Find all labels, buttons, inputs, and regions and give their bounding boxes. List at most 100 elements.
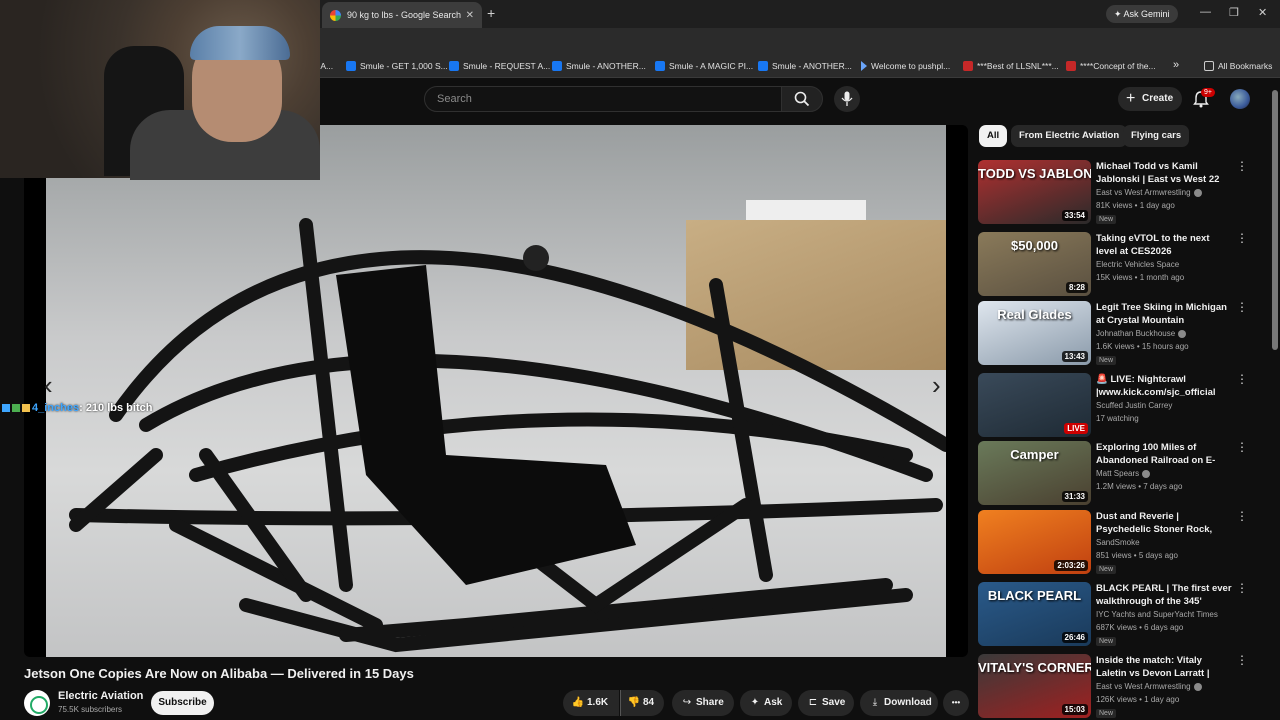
more-options-icon[interactable]: ⋮ xyxy=(1236,510,1248,522)
recommended-channel[interactable]: IYC Yachts and SuperYacht Times xyxy=(1096,610,1218,619)
recommended-channel[interactable]: Matt Spears xyxy=(1096,469,1151,478)
chip-all[interactable]: All xyxy=(979,125,1008,147)
save-button[interactable]: ⊏ Save xyxy=(798,690,854,716)
bookmark-item[interactable]: Smule - ANOTHER... xyxy=(758,61,852,71)
video-thumbnail[interactable]: 2:03:26 xyxy=(978,510,1091,574)
search-input[interactable]: Search xyxy=(424,86,782,112)
all-bookmarks-button[interactable]: All Bookmarks xyxy=(1204,61,1272,71)
share-label: Share xyxy=(696,697,724,708)
bookmark-label: Smule - A MAGIC PI... xyxy=(669,61,754,71)
recommended-channel[interactable]: Scuffed Justin Carrey xyxy=(1096,401,1172,410)
video-meta: 687K views • 6 days ago xyxy=(1096,623,1184,632)
bookmark-item[interactable]: Smule - GET 1,000 S... xyxy=(346,61,448,71)
video-thumbnail[interactable]: VITALY'S CORNERMAN 15:03 xyxy=(978,654,1091,718)
more-options-icon[interactable]: ⋮ xyxy=(1236,654,1248,666)
verified-icon xyxy=(1178,329,1187,338)
recommended-video-title[interactable]: Legit Tree Skiing in Michigan at Crystal… xyxy=(1096,301,1232,327)
bookmark-label: Smule - ANOTHER... xyxy=(772,61,852,71)
recommended-video[interactable]: $50,000 8:28 Taking eVTOL to the next leve… xyxy=(978,232,1268,298)
ask-button[interactable]: ✦ Ask xyxy=(740,690,792,716)
video-thumbnail[interactable]: BLACK PEARL 26:46 xyxy=(978,582,1091,646)
search-button[interactable] xyxy=(781,86,823,112)
recommended-video[interactable]: 2:03:26 Dust and Reverie | Psychedelic St… xyxy=(978,510,1268,576)
tab-close-icon[interactable]: ✕ xyxy=(466,10,474,21)
recommended-video[interactable]: VITALY'S CORNERMAN 15:03 Inside the match:… xyxy=(978,654,1268,720)
more-actions-button[interactable]: ••• xyxy=(943,690,969,716)
bookmark-item[interactable]: Smule - ANOTHER... xyxy=(552,61,646,71)
more-options-icon[interactable]: ⋮ xyxy=(1236,373,1248,385)
chat-text: : 210 lbs bitch xyxy=(79,402,153,414)
recommended-video-title[interactable]: BLACK PEARL | The first ever walkthrough… xyxy=(1096,582,1232,608)
ask-gemini-button[interactable]: ✦ Ask Gemini xyxy=(1106,5,1178,23)
more-bookmarks-button[interactable]: » xyxy=(1173,59,1179,71)
bookmark-label: Welcome to pushpl... xyxy=(871,61,951,71)
tab-google-search[interactable]: 90 kg to lbs - Google Search ✕ xyxy=(322,2,482,28)
like-button[interactable]: 👍 1.6K xyxy=(563,690,619,716)
video-meta: 15K views • 1 month ago xyxy=(1096,273,1185,282)
ask-label: Ask xyxy=(764,697,783,708)
create-button[interactable]: + Create xyxy=(1118,87,1182,111)
chip-from-channel[interactable]: From Electric Aviation xyxy=(1011,125,1128,147)
more-options-icon[interactable]: ⋮ xyxy=(1236,232,1248,244)
recommended-video-title[interactable]: Dust and Reverie | Psychedelic Stoner Ro… xyxy=(1096,510,1232,536)
create-label: Create xyxy=(1142,93,1174,104)
recommended-video-title[interactable]: Inside the match: Vitaly Laletin vs Devo… xyxy=(1096,654,1232,680)
video-player[interactable]: ‹ › xyxy=(24,125,968,657)
bookmark-item[interactable]: Smule - A MAGIC PI... xyxy=(655,61,753,71)
bookmark-cut[interactable]: IA... xyxy=(318,61,333,71)
channel-name[interactable]: Electric Aviation xyxy=(58,690,143,702)
account-avatar[interactable] xyxy=(1230,89,1250,109)
plus-icon: + xyxy=(1126,90,1136,107)
recommended-channel[interactable]: Electric Vehicles Space xyxy=(1096,260,1179,269)
recommended-video-title[interactable]: Michael Todd vs Kamil Jablonski | East v… xyxy=(1096,160,1232,186)
chip-flying-cars[interactable]: Flying cars xyxy=(1123,125,1190,147)
bookmark-item[interactable]: Welcome to pushpl... xyxy=(861,61,950,71)
recommended-video[interactable]: TODD VS JABLONSKI 33:54 Michael Todd vs Ka… xyxy=(978,160,1268,226)
voice-search-button[interactable] xyxy=(834,86,860,112)
dislike-button[interactable]: 👎 84 xyxy=(620,690,664,716)
bookmark-item[interactable]: Smule - REQUEST A... xyxy=(449,61,550,71)
recommended-video-title[interactable]: 🚨 LIVE: Nightcrawl |www.kick.com/sjc_off… xyxy=(1096,373,1232,399)
new-tab-button[interactable]: + xyxy=(487,5,495,21)
video-thumbnail[interactable]: Real Glades 13:43 xyxy=(978,301,1091,365)
subscribe-button[interactable]: Subscribe xyxy=(151,691,214,715)
close-window-button[interactable]: ✕ xyxy=(1258,6,1267,19)
recommended-channel[interactable]: East vs West Armwrestling xyxy=(1096,188,1202,197)
recommended-channel[interactable]: SandSmoke xyxy=(1096,538,1140,547)
download-button[interactable]: ⤓ Download xyxy=(860,690,938,716)
maximize-button[interactable]: ❐ xyxy=(1229,6,1239,19)
recommended-video-title[interactable]: Exploring 100 Miles of Abandoned Railroa… xyxy=(1096,441,1232,467)
more-options-icon[interactable]: ⋮ xyxy=(1236,301,1248,313)
bookmark-label: Smule - ANOTHER... xyxy=(566,61,646,71)
recommended-video[interactable]: Real Glades 13:43 Legit Tree Skiing in Mic… xyxy=(978,301,1268,367)
thumbnail-text: $50,000 xyxy=(1011,238,1058,253)
minimize-button[interactable]: — xyxy=(1200,6,1211,18)
recommended-video[interactable]: BLACK PEARL 26:46 BLACK PEARL | The first … xyxy=(978,582,1268,648)
video-thumbnail[interactable]: LIVE xyxy=(978,373,1091,437)
more-options-icon[interactable]: ⋮ xyxy=(1236,582,1248,594)
recommended-channel[interactable]: Johnathan Buckhouse xyxy=(1096,329,1187,338)
chat-badge-icon xyxy=(12,404,20,413)
scrollbar[interactable] xyxy=(1272,90,1278,350)
share-button[interactable]: ↪ Share xyxy=(672,690,734,716)
push-icon xyxy=(861,61,867,71)
video-meta: 17 watching xyxy=(1096,414,1139,423)
recommended-video[interactable]: LIVE 🚨 LIVE: Nightcrawl |www.kick.com/sjc… xyxy=(978,373,1268,439)
more-options-icon[interactable]: ⋮ xyxy=(1236,441,1248,453)
bookmark-item[interactable]: ***Best of LLSNL***... xyxy=(963,61,1059,71)
video-thumbnail[interactable]: Camper 31:33 xyxy=(978,441,1091,505)
channel-avatar[interactable] xyxy=(24,690,50,716)
verified-icon xyxy=(1193,682,1202,691)
bookmark-item[interactable]: ****Concept of the... xyxy=(1066,61,1156,71)
recommended-video-title[interactable]: Taking eVTOL to the next level at CES202… xyxy=(1096,232,1232,258)
tab-title: 90 kg to lbs - Google Search xyxy=(347,10,462,20)
folder-icon xyxy=(1204,61,1214,71)
video-thumbnail[interactable]: $50,000 8:28 xyxy=(978,232,1091,296)
recommended-video[interactable]: Camper 31:33 Exploring 100 Miles of Abando… xyxy=(978,441,1268,507)
search-icon xyxy=(794,91,810,107)
more-options-icon[interactable]: ⋮ xyxy=(1236,160,1248,172)
bookmark-label: Smule - REQUEST A... xyxy=(463,61,551,71)
next-arrow-icon[interactable]: › xyxy=(932,370,962,420)
video-thumbnail[interactable]: TODD VS JABLONSKI 33:54 xyxy=(978,160,1091,224)
recommended-channel[interactable]: East vs West Armwrestling xyxy=(1096,682,1202,691)
